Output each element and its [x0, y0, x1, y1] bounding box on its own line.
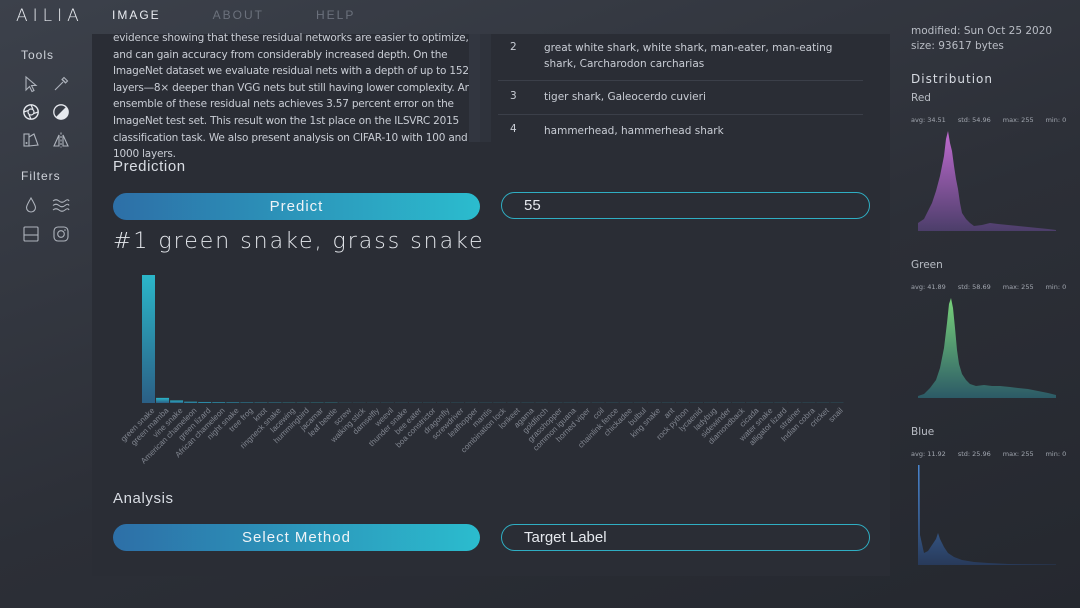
- row-label: great white shark, white shark, man-eate…: [544, 42, 833, 70]
- stat-min: min: 0: [1045, 283, 1067, 291]
- stat-std: std: 54.96: [957, 116, 991, 124]
- predict-button[interactable]: Predict: [113, 193, 480, 220]
- bar-american-chameleon: [184, 401, 198, 403]
- eyedropper-icon[interactable]: [52, 75, 70, 93]
- table-row[interactable]: 3 tiger shark, Galeocerdo cuvieri: [498, 81, 863, 115]
- nav-about[interactable]: ABOUT: [213, 8, 264, 22]
- prediction-title: Prediction: [113, 158, 186, 175]
- distribution-title: Distribution: [911, 72, 994, 86]
- symmetry-icon[interactable]: [52, 131, 70, 149]
- stat-avg: avg: 34.51: [911, 116, 946, 124]
- bar-green-lizard: [198, 401, 212, 403]
- class-table: 2 great white shark, white shark, man-ea…: [498, 34, 863, 145]
- target-label-button[interactable]: Target Label: [501, 524, 870, 551]
- abstract-scrollbar[interactable]: [469, 34, 480, 142]
- stat-max: max: 255: [1002, 116, 1034, 124]
- table-row[interactable]: 2 great white shark, white shark, man-ea…: [498, 34, 863, 81]
- row-number: 2: [510, 41, 517, 53]
- channel-red-label: Red: [911, 92, 931, 104]
- channel-green-label: Green: [911, 259, 943, 271]
- row-label: tiger shark, Galeocerdo cuvieri: [544, 91, 706, 103]
- paper-abstract: evidence showing that these residual net…: [113, 32, 472, 161]
- stat-avg: avg: 11.92: [911, 450, 946, 458]
- row-number: 4: [510, 123, 517, 135]
- channel-blue-label: Blue: [911, 426, 935, 438]
- stat-max: max: 255: [1002, 450, 1034, 458]
- crop-frame-icon[interactable]: [22, 225, 40, 243]
- row-label: hammerhead, hammerhead shark: [544, 125, 724, 137]
- stat-std: std: 25.96: [957, 450, 991, 458]
- waves-icon[interactable]: [52, 196, 70, 214]
- red-histogram: [918, 131, 1056, 231]
- tools-title: Tools: [21, 48, 55, 62]
- file-modified: modified: Sun Oct 25 2020: [911, 25, 1053, 37]
- bar-green-mamba: [156, 397, 170, 403]
- channel-red-stats: avg: 34.51 std: 54.96 max: 255 min: 0: [911, 116, 1078, 124]
- stat-min: min: 0: [1045, 450, 1067, 458]
- bar-night-snake: [226, 402, 240, 403]
- droplet-icon[interactable]: [22, 196, 40, 214]
- palette-icon[interactable]: [22, 131, 40, 149]
- blue-histogram: [918, 465, 1056, 565]
- bar-green-snake: [142, 275, 155, 403]
- green-histogram: [918, 298, 1056, 398]
- prediction-count-input[interactable]: 55: [501, 192, 870, 219]
- analysis-title: Analysis: [113, 490, 174, 507]
- table-scrollbar[interactable]: [480, 34, 491, 142]
- x-tick-label: snail: [827, 406, 845, 424]
- select-method-button[interactable]: Select Method: [113, 524, 480, 551]
- nav-help[interactable]: HELP: [316, 8, 355, 22]
- prediction-bar-chart: green snakegreen mambavine snakeAmerican…: [119, 275, 845, 466]
- app-logo[interactable]: AILIA: [16, 6, 84, 26]
- top-nav: IMAGE ABOUT HELP: [112, 8, 355, 22]
- stat-max: max: 255: [1002, 283, 1034, 291]
- stat-min: min: 0: [1045, 116, 1067, 124]
- pointer-icon[interactable]: [22, 75, 40, 93]
- stat-std: std: 58.69: [957, 283, 991, 291]
- stat-avg: avg: 41.89: [911, 283, 946, 291]
- bar-tree-frog: [240, 402, 254, 403]
- contrast-icon[interactable]: [52, 103, 70, 121]
- prediction-result: #1 green snake, grass snake: [113, 229, 485, 254]
- nav-image[interactable]: IMAGE: [112, 8, 161, 22]
- filters-title: Filters: [21, 169, 61, 183]
- bar-vine-snake: [170, 400, 184, 403]
- channel-green-stats: avg: 41.89 std: 58.69 max: 255 min: 0: [911, 283, 1078, 291]
- table-row[interactable]: 4 hammerhead, hammerhead shark: [498, 115, 863, 145]
- file-size: size: 93617 bytes: [911, 40, 1004, 52]
- row-number: 3: [510, 90, 517, 102]
- channel-blue-stats: avg: 11.92 std: 25.96 max: 255 min: 0: [911, 450, 1078, 458]
- bar-african-chameleon: [212, 402, 226, 403]
- instagram-icon[interactable]: [52, 225, 70, 243]
- aperture-icon[interactable]: [22, 103, 40, 121]
